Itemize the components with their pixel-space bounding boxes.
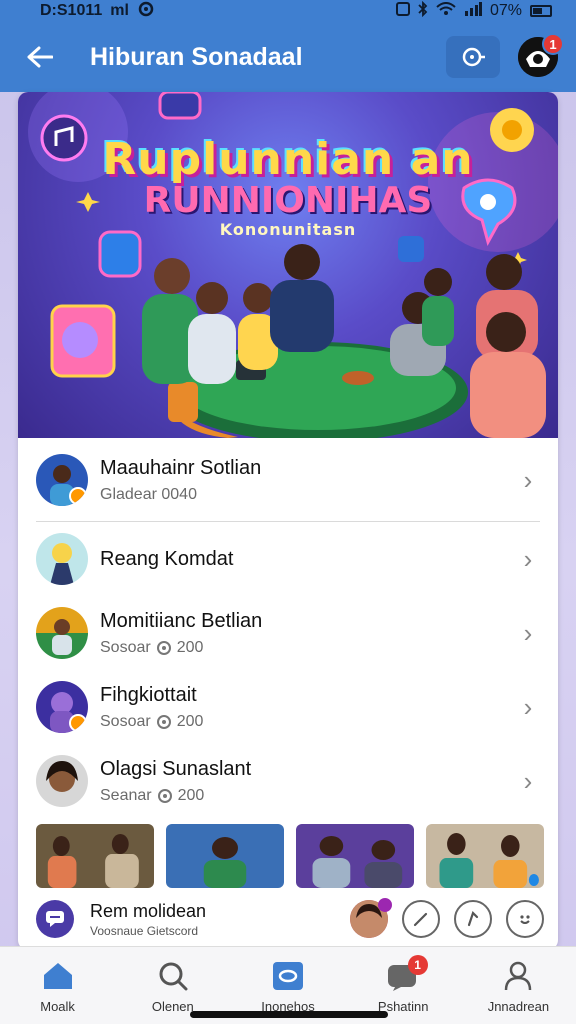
views-icon	[157, 788, 172, 803]
search-button[interactable]	[446, 36, 500, 78]
profile-avatar[interactable]: 1	[518, 33, 564, 77]
back-button[interactable]	[18, 35, 62, 79]
search-icon	[462, 47, 485, 67]
status-network: ml	[110, 2, 129, 19]
chevron-right-icon: ›	[523, 765, 533, 796]
avatar	[36, 681, 88, 733]
hero-title-line3: Kononunitasn	[219, 220, 357, 239]
photo-thumbnail[interactable]	[296, 824, 414, 888]
app-bar: Hiburan Sonadaal 1	[0, 22, 576, 92]
chat-app-icon[interactable]	[36, 900, 74, 938]
list-item[interactable]: Fihgkiottait Sosoar 200 ›	[18, 670, 558, 744]
nav-badge: 1	[407, 955, 428, 975]
list-item-sub: Gladear 0040	[100, 485, 197, 503]
wifi-icon	[137, 1, 155, 22]
list-item[interactable]: Momitiianc Betlian Sosoar 200 ›	[18, 596, 558, 670]
avatar	[36, 533, 88, 585]
hero-title-line1: Ruplunnian an	[102, 134, 474, 185]
battery-percent: 07%	[489, 2, 522, 19]
signal-icon	[395, 1, 410, 21]
pencil-icon	[413, 912, 428, 927]
action-row: Rem molidean Voosnaue Gietscord	[36, 888, 544, 950]
home-icon	[41, 959, 75, 993]
home-indicator	[190, 1011, 388, 1018]
list-item-sub: Seanar	[100, 786, 152, 804]
list-item-sub: Sosoar	[100, 638, 151, 656]
page-title: Hiburan Sonadaal	[90, 42, 303, 71]
list-item[interactable]: Olagsi Sunaslant Seanar 200 ›	[18, 744, 558, 818]
list-item-name: Olagsi Sunaslant	[100, 757, 252, 780]
wifi-strength-icon	[436, 1, 456, 21]
more-button[interactable]	[506, 900, 544, 938]
user-avatar[interactable]	[350, 898, 392, 938]
status-time: D:S1011	[40, 2, 103, 19]
bluetooth-icon	[418, 0, 428, 22]
chevron-right-icon: ›	[523, 691, 533, 722]
list-item-count: 200	[176, 638, 204, 656]
chevron-right-icon: ›	[523, 464, 533, 495]
action-title: Rem molidean	[90, 900, 207, 921]
content-card: Ruplunnian an RUNNIONIHAS Kononunitasn M…	[18, 92, 558, 950]
list-item[interactable]: Maauhainr Sotlian Gladear 0040 ›	[18, 438, 558, 522]
tag-icon	[467, 910, 479, 927]
hero-banner[interactable]: Ruplunnian an RUNNIONIHAS Kononunitasn	[18, 92, 558, 438]
member-list: Maauhainr Sotlian Gladear 0040 › Reang K…	[18, 438, 558, 818]
nav-label: Olenen	[151, 999, 194, 1014]
presence-badge	[378, 898, 392, 912]
photo-thumbnail[interactable]	[36, 824, 154, 888]
cell-bars-icon	[464, 1, 482, 21]
views-icon	[156, 640, 171, 655]
tag-button[interactable]	[454, 900, 492, 938]
emoji-icon	[520, 915, 530, 924]
chevron-right-icon: ›	[523, 617, 533, 648]
list-item-name: Reang Komdat	[100, 547, 234, 570]
list-item-sub: Sosoar	[100, 712, 151, 730]
chevron-right-icon: ›	[523, 543, 533, 574]
nav-item-profile[interactable]: Jnnadrean	[461, 947, 576, 1024]
list-item-name: Momitiianc Betlian	[100, 609, 263, 632]
arrow-left-icon	[27, 46, 53, 68]
avatar	[36, 454, 88, 506]
list-item-count: 200	[176, 712, 204, 730]
nav-label: Moalk	[40, 999, 75, 1014]
avatar	[36, 755, 88, 807]
list-item[interactable]: Reang Komdat ›	[18, 522, 558, 596]
profile-icon	[501, 959, 535, 993]
status-bar: D:S1011 ml 07%	[0, 0, 576, 22]
search-icon	[156, 959, 190, 993]
list-item-name: Maauhainr Sotlian	[100, 456, 262, 479]
edit-button[interactable]	[402, 900, 440, 938]
hero-title-line2: RUNNIONIHAS	[143, 180, 433, 221]
photo-thumbnail[interactable]	[166, 824, 284, 888]
chat-icon	[271, 959, 305, 993]
action-subtitle: Voosnaue Gietscord	[90, 923, 199, 938]
list-item-name: Fihgkiottait	[100, 683, 197, 706]
list-item-count: 200	[177, 786, 205, 804]
photo-thumbnail[interactable]	[426, 824, 544, 888]
nav-item-home[interactable]: Moalk	[0, 947, 115, 1024]
notification-badge: 1	[542, 33, 564, 55]
nav-label: Jnnadrean	[487, 999, 550, 1014]
photo-strip	[36, 824, 544, 888]
views-icon	[156, 714, 171, 729]
avatar	[36, 607, 88, 659]
battery-icon	[530, 5, 552, 17]
